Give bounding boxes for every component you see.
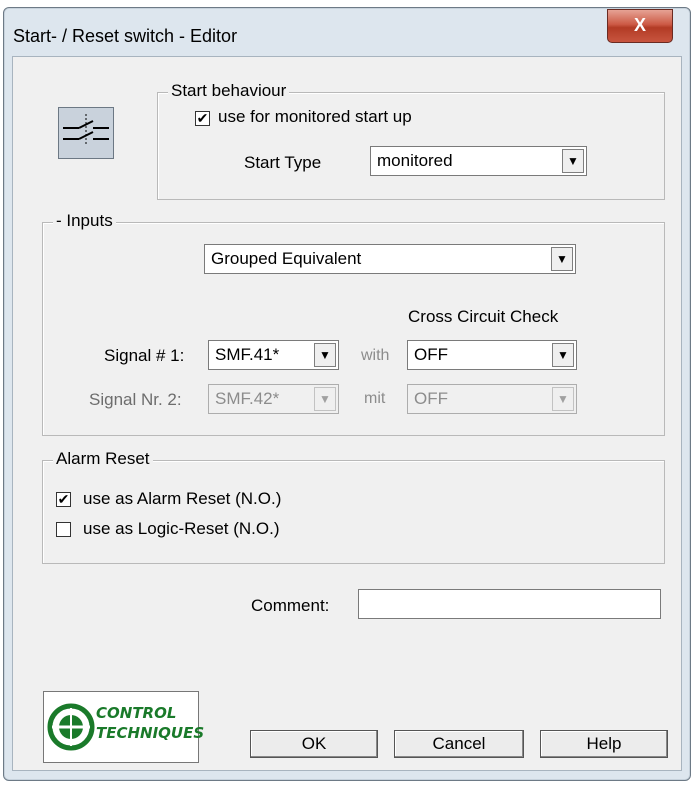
switch-contact-icon xyxy=(58,107,114,159)
checkmark-icon: ✔ xyxy=(196,110,209,126)
start-behaviour-group: Start behaviour ✔ use for monitored star… xyxy=(157,81,665,200)
start-behaviour-legend: Start behaviour xyxy=(168,81,290,101)
logo-text-control: CONTROL xyxy=(96,704,177,722)
cross-circuit-check-header: Cross Circuit Check xyxy=(408,307,559,326)
help-button[interactable]: Help xyxy=(540,730,668,758)
chevron-down-icon[interactable]: ▼ xyxy=(314,343,336,367)
comment-label: Comment: xyxy=(251,596,330,615)
logo-text-techniques: TECHNIQUES xyxy=(96,724,205,742)
signal2-cross-check-value: OFF xyxy=(414,389,448,408)
inputs-legend: - Inputs xyxy=(53,211,116,231)
checkmark-icon: ✔ xyxy=(57,491,70,507)
input-mode-select[interactable]: Grouped Equivalent ▼ xyxy=(204,244,576,274)
signal1-value: SMF.41* xyxy=(215,345,280,364)
chevron-down-icon[interactable]: ▼ xyxy=(562,149,584,173)
close-icon: X xyxy=(633,15,646,35)
control-techniques-logo: CONTROL TECHNIQUES xyxy=(43,691,204,763)
chevron-down-icon[interactable]: ▼ xyxy=(552,343,574,367)
signal2-value: SMF.42* xyxy=(215,389,280,408)
signal1-cross-check-value: OFF xyxy=(414,345,448,364)
logic-reset-label: use as Logic-Reset (N.O.) xyxy=(83,519,280,538)
signal2-select: SMF.42* ▼ xyxy=(208,384,339,414)
signal2-with-label: mit xyxy=(364,390,386,407)
signal1-label: Signal # 1: xyxy=(104,346,185,365)
inputs-group: - Inputs Grouped Equivalent ▼ Cross Circ… xyxy=(42,211,665,436)
window-title: Start- / Reset switch - Editor xyxy=(13,26,238,46)
start-type-value: monitored xyxy=(377,151,453,170)
editor-dialog: Start- / Reset switch - Editor X Start b… xyxy=(3,7,691,781)
logo-globe-icon xyxy=(47,703,95,751)
cancel-button[interactable]: Cancel xyxy=(394,730,524,758)
alarm-reset-group: Alarm Reset ✔ use as Alarm Reset (N.O.) … xyxy=(42,449,665,564)
close-button[interactable]: X xyxy=(607,9,673,43)
alarm-reset-checkbox[interactable]: ✔ xyxy=(56,492,71,507)
monitored-start-checkbox[interactable]: ✔ xyxy=(195,111,210,126)
comment-input[interactable] xyxy=(358,589,661,619)
signal1-with-label: with xyxy=(361,347,390,364)
alarm-reset-label: use as Alarm Reset (N.O.) xyxy=(83,489,282,508)
start-type-label: Start Type xyxy=(244,153,322,172)
monitored-start-label: use for monitored start up xyxy=(218,107,412,126)
input-mode-value: Grouped Equivalent xyxy=(211,249,362,268)
logic-reset-checkbox[interactable] xyxy=(56,522,71,537)
signal1-select[interactable]: SMF.41* ▼ xyxy=(208,340,339,370)
ok-button[interactable]: OK xyxy=(250,730,378,758)
dialog-client-area: Start behaviour ✔ use for monitored star… xyxy=(12,56,682,771)
chevron-down-icon[interactable]: ▼ xyxy=(551,247,573,271)
title-bar[interactable]: Start- / Reset switch - Editor X xyxy=(4,8,690,62)
signal1-cross-check-select[interactable]: OFF ▼ xyxy=(407,340,577,370)
chevron-down-icon: ▼ xyxy=(314,387,336,411)
signal2-cross-check-select: OFF ▼ xyxy=(407,384,577,414)
chevron-down-icon: ▼ xyxy=(552,387,574,411)
start-type-select[interactable]: monitored ▼ xyxy=(370,146,587,176)
signal2-label: Signal Nr. 2: xyxy=(89,390,182,409)
alarm-reset-legend: Alarm Reset xyxy=(53,449,153,469)
